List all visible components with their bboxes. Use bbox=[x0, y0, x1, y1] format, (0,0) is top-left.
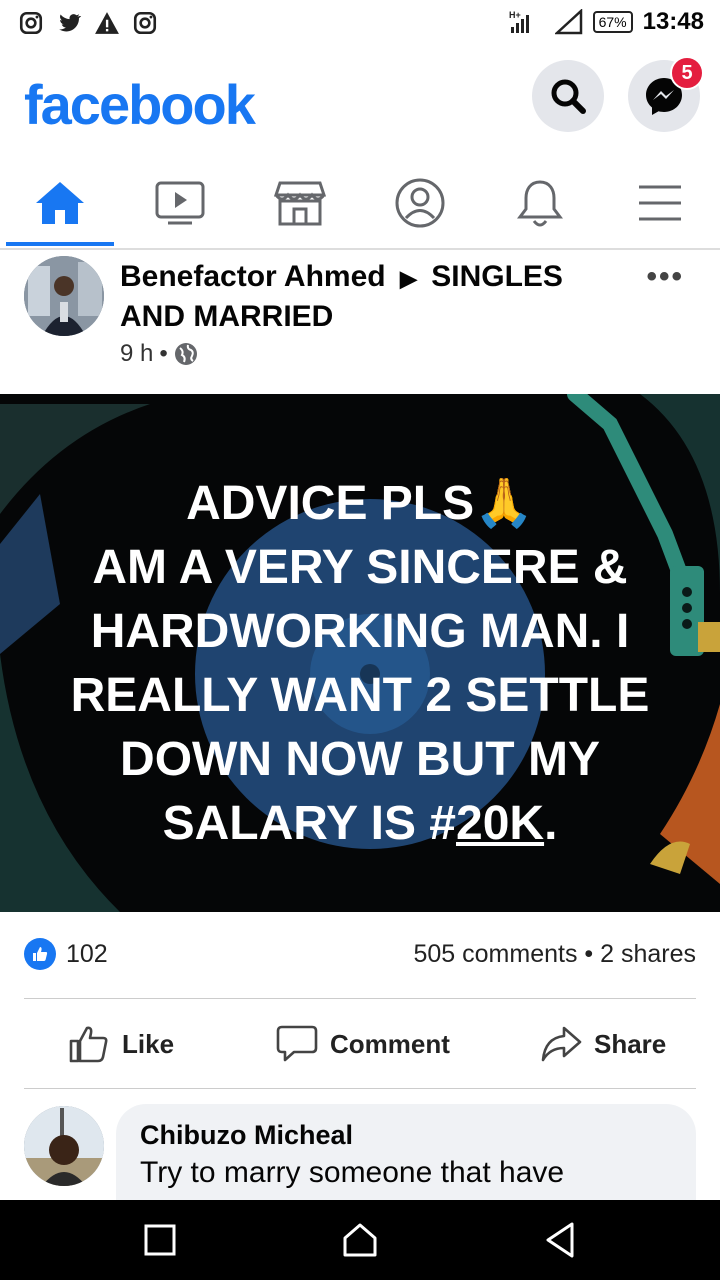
post-text-line1: ADVICE PLS bbox=[186, 477, 475, 530]
share-icon bbox=[541, 1026, 582, 1062]
search-icon bbox=[551, 79, 586, 114]
commenter-photo bbox=[24, 1106, 104, 1186]
comment-item: Chibuzo Micheal Try to marry someone tha… bbox=[0, 1104, 720, 1234]
store-icon bbox=[274, 181, 326, 226]
post-image-text: ADVICE PLS🙏 AM A VERY SINCERE & HARDWORK… bbox=[0, 472, 720, 856]
post-text-line4: REALLY WANT 2 SETTLE bbox=[70, 669, 650, 722]
post-meta: 9 h • bbox=[120, 340, 198, 368]
messenger-button[interactable]: 5 bbox=[628, 56, 704, 132]
like-label: Like bbox=[122, 1028, 175, 1059]
search-button[interactable] bbox=[532, 60, 604, 132]
bell-icon bbox=[517, 180, 563, 227]
actions-divider bbox=[24, 1088, 696, 1089]
likes-count: 102 bbox=[66, 939, 108, 968]
home-button[interactable] bbox=[340, 1220, 380, 1260]
commenter-name[interactable]: Chibuzo Micheal bbox=[140, 1120, 353, 1151]
post-options-button[interactable]: ••• bbox=[646, 260, 684, 294]
post-text-line5: DOWN NOW BUT MY bbox=[120, 733, 600, 786]
commenter-avatar[interactable] bbox=[24, 1106, 104, 1186]
comments-shares-count[interactable]: 505 comments • 2 shares bbox=[414, 940, 697, 969]
post-text-line6: SALARY IS # bbox=[162, 797, 456, 850]
hamburger-icon bbox=[639, 185, 681, 221]
system-nav-bar bbox=[0, 1200, 720, 1280]
post-text-period: . bbox=[544, 797, 558, 850]
reactions-summary[interactable]: 102 bbox=[24, 938, 108, 970]
instagram-icon-2 bbox=[133, 11, 157, 35]
tab-menu[interactable] bbox=[600, 160, 720, 246]
salary-link[interactable]: 20K bbox=[456, 797, 544, 850]
twitter-icon bbox=[59, 14, 82, 32]
tab-marketplace[interactable] bbox=[240, 160, 360, 246]
home-icon bbox=[36, 182, 84, 224]
status-bar: H+ 67% 13:48 bbox=[0, 0, 720, 50]
svg-text:H+: H+ bbox=[509, 10, 521, 20]
like-button[interactable]: Like bbox=[68, 1024, 174, 1064]
profile-icon bbox=[395, 178, 445, 228]
share-label: Share bbox=[594, 1028, 667, 1059]
comment-label: Comment bbox=[330, 1028, 450, 1059]
post-header: Benefactor Ahmed ▶ SINGLES AND MARRIED 9… bbox=[0, 254, 720, 394]
author-avatar[interactable] bbox=[24, 256, 104, 336]
system-status: H+ 67% 13:48 bbox=[509, 8, 704, 36]
tab-watch[interactable] bbox=[120, 160, 240, 246]
recent-apps-button[interactable] bbox=[140, 1220, 180, 1260]
tab-notifications[interactable] bbox=[480, 160, 600, 246]
post-actions: Like Comment Share bbox=[0, 1002, 720, 1088]
thumbs-up-icon bbox=[69, 1026, 108, 1063]
globe-icon bbox=[174, 343, 197, 365]
signal-icon: H+ bbox=[509, 10, 529, 33]
post-image[interactable]: ADVICE PLS🙏 AM A VERY SINCERE & HARDWORK… bbox=[0, 394, 720, 912]
warning-icon bbox=[95, 12, 119, 34]
post-author-line: Benefactor Ahmed ▶ SINGLES AND MARRIED bbox=[120, 258, 620, 336]
post-text-line3: HARDWORKING MAN. I bbox=[90, 605, 630, 658]
pray-emoji: 🙏 bbox=[474, 477, 534, 530]
back-button[interactable] bbox=[540, 1220, 580, 1260]
share-button[interactable]: Share bbox=[540, 1024, 666, 1064]
like-reaction-icon bbox=[24, 938, 56, 970]
facebook-logo[interactable]: facebook bbox=[24, 72, 256, 137]
group-arrow-icon: ▶ bbox=[399, 266, 417, 291]
messenger-badge: 5 bbox=[670, 56, 704, 90]
notification-icons bbox=[18, 10, 158, 36]
clock: 13:48 bbox=[642, 8, 704, 35]
comment-text: Try to marry someone that have bbox=[140, 1156, 565, 1189]
comment-button[interactable]: Comment bbox=[276, 1024, 450, 1064]
tab-profile[interactable] bbox=[360, 160, 480, 246]
video-icon bbox=[155, 181, 205, 225]
app-header: facebook 5 bbox=[0, 52, 720, 152]
battery-indicator: 67% bbox=[592, 11, 633, 33]
stats-divider bbox=[24, 998, 696, 999]
comment-icon bbox=[276, 1025, 318, 1062]
instagram-icon bbox=[19, 11, 43, 35]
meta-separator: • bbox=[159, 340, 168, 367]
tab-bar bbox=[0, 160, 720, 250]
post-time[interactable]: 9 h bbox=[120, 340, 153, 368]
post-author-name[interactable]: Benefactor Ahmed bbox=[120, 260, 386, 293]
signal-triangle-icon bbox=[554, 9, 582, 35]
post-stats: 102 505 comments • 2 shares bbox=[24, 934, 696, 978]
tab-home[interactable] bbox=[0, 160, 120, 246]
post-text-line2: AM A VERY SINCERE & bbox=[92, 541, 628, 594]
author-photo bbox=[24, 256, 104, 336]
